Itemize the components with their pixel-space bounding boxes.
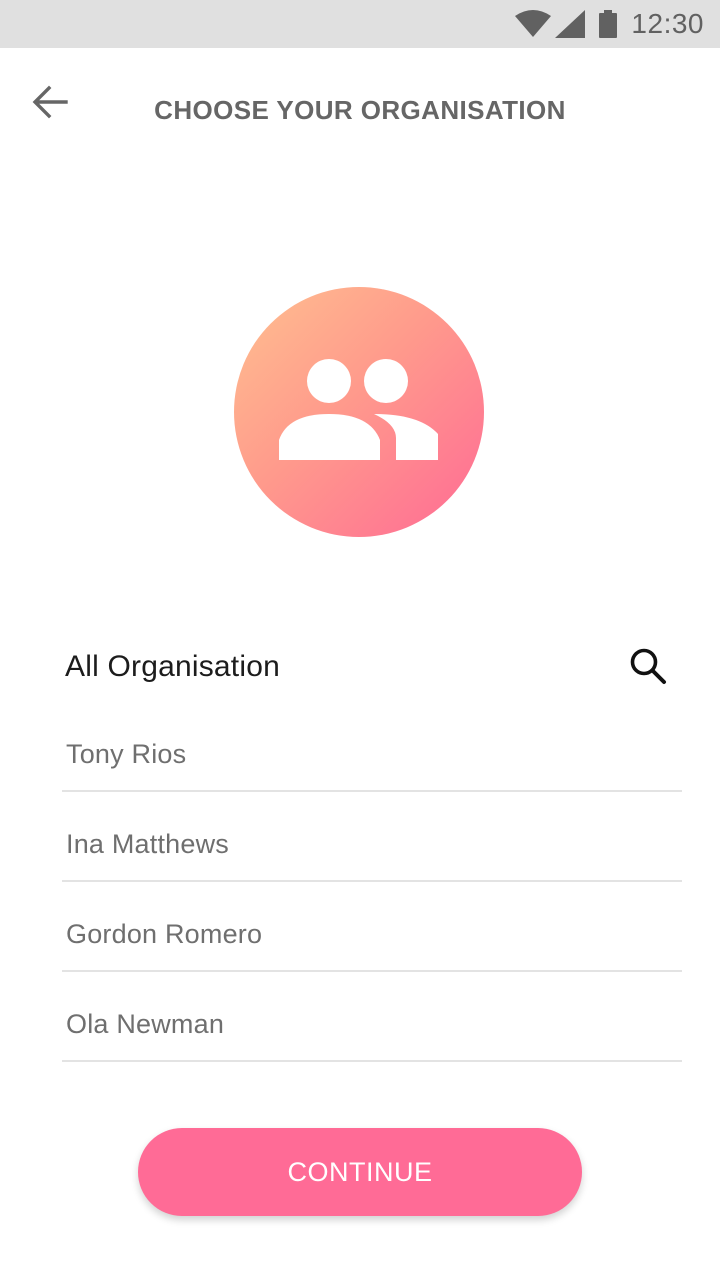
status-icons: 12:30 [515,0,704,48]
organisation-avatar [234,287,484,537]
search-button[interactable] [624,644,672,692]
list-item-ola-newman[interactable]: Ola Newman [62,972,682,1062]
list-item-label: Gordon Romero [66,919,263,949]
group-icon [278,358,440,467]
list-item-gordon-romero[interactable]: Gordon Romero [62,882,682,972]
list-item-label: Ina Matthews [66,829,229,859]
status-time: 12:30 [631,8,704,39]
list-item-tony-rios[interactable]: Tony Rios [62,702,682,792]
app-header: CHOOSE YOUR ORGANISATION [0,48,720,172]
cell-signal-icon [555,10,586,38]
choose-organisation-screen: 12:30 CHOOSE YOUR ORGANISATION All Organ… [0,0,720,1280]
list-item-label: Ola Newman [66,1009,225,1039]
battery-icon [599,10,618,38]
list-header: All Organisation [62,630,682,702]
page-title: CHOOSE YOUR ORGANISATION [154,95,566,125]
status-bar: 12:30 [0,0,720,48]
continue-button-label: CONTINUE [287,1156,433,1187]
wifi-icon [515,10,552,38]
list-item-label: Tony Rios [66,739,187,769]
continue-button[interactable]: CONTINUE [138,1128,582,1216]
organisation-list: All Organisation Tony Rios Ina Matthews … [62,630,682,1062]
list-title: All Organisation [65,650,280,683]
list-item-ina-matthews[interactable]: Ina Matthews [62,792,682,882]
search-icon [629,647,667,690]
